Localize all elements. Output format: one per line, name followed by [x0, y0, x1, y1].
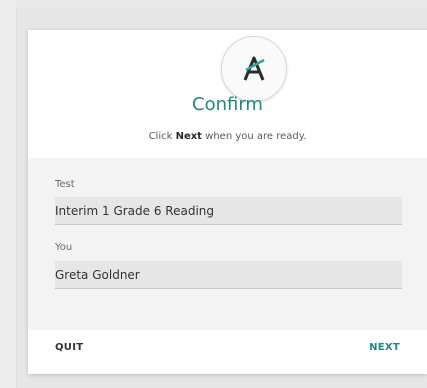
- instruction-prefix: Click: [148, 131, 176, 142]
- dialog-title: Confirm: [192, 94, 263, 115]
- app-logo-a-icon: [243, 56, 265, 81]
- test-value: Interim 1 Grade 6 Reading: [55, 204, 215, 218]
- test-field: Interim 1 Grade 6 Reading: [55, 197, 402, 225]
- test-label: Test: [55, 179, 75, 190]
- confirm-dialog: Confirm Click Next when you are ready. T…: [28, 30, 427, 374]
- info-section: Test Interim 1 Grade 6 Reading You Greta…: [28, 158, 427, 330]
- instruction-suffix: when you are ready.: [201, 131, 307, 142]
- top-edge-panel: [16, 0, 427, 8]
- next-button[interactable]: NEXT: [369, 342, 400, 353]
- left-edge-panel: [0, 0, 17, 388]
- you-field: Greta Goldner: [55, 261, 402, 289]
- instruction-bold: Next: [175, 131, 202, 142]
- quit-button[interactable]: QUIT: [55, 342, 83, 353]
- logo-badge: [221, 36, 287, 102]
- dialog-instruction: Click Next when you are ready.: [28, 131, 427, 142]
- you-value: Greta Goldner: [55, 268, 140, 282]
- you-label: You: [55, 242, 73, 253]
